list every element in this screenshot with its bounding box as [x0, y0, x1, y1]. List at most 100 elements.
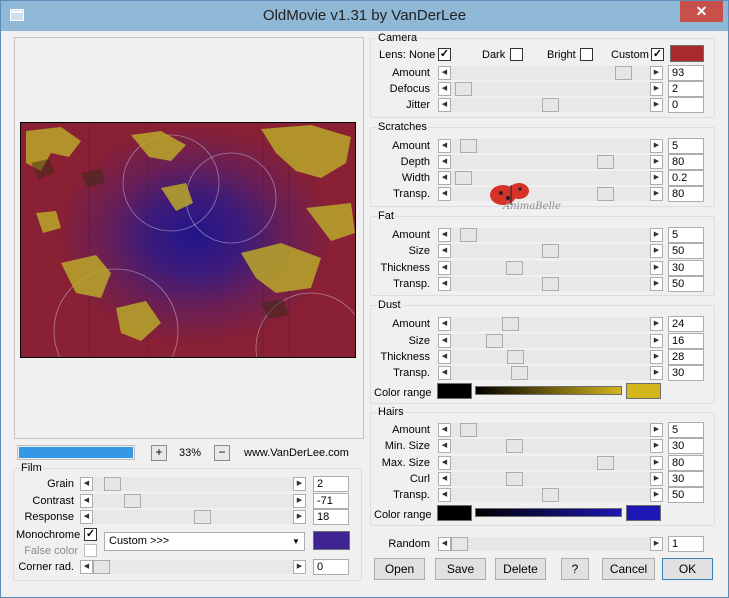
- monochrome-color-swatch[interactable]: [313, 531, 350, 550]
- scratches-group: Scratches: [370, 121, 715, 207]
- custom-color-swatch[interactable]: [670, 45, 704, 62]
- progress-fill: [19, 447, 133, 458]
- film-grain-value-field[interactable]: 2: [313, 476, 349, 492]
- camera-defocus-label: Defocus: [389, 83, 430, 95]
- fat-caption: Fat: [377, 210, 395, 222]
- false-color-checkbox[interactable]: [84, 544, 97, 557]
- custom-checkbox[interactable]: ✓: [651, 48, 664, 61]
- monochrome-label: Monochrome: [16, 529, 81, 541]
- hairs-color-range-label: Color range: [374, 509, 432, 521]
- film-contrast-label: Contrast: [32, 495, 74, 507]
- scroll-right-icon[interactable]: ▶: [293, 560, 306, 574]
- dust-color-from-swatch[interactable]: [437, 383, 472, 399]
- title-bar[interactable]: OldMovie v1.31 by VanDerLee ✕: [1, 1, 728, 31]
- lens-none-label: Lens: None: [379, 49, 436, 61]
- dust-caption: Dust: [377, 299, 402, 311]
- film-grain-label: Grain: [47, 478, 74, 490]
- preview-image[interactable]: [20, 122, 356, 358]
- film-caption: Film: [20, 462, 43, 474]
- hairs-color-to-swatch[interactable]: [626, 505, 661, 521]
- slider-thumb[interactable]: [455, 82, 472, 96]
- website-link[interactable]: www.VanDerLee.com: [244, 446, 349, 460]
- slider-thumb[interactable]: [194, 510, 211, 524]
- film-contrast-slider[interactable]: ◀ ▶: [80, 494, 306, 508]
- scroll-right-icon[interactable]: ▶: [650, 82, 663, 96]
- scroll-left-icon[interactable]: ◀: [80, 494, 93, 508]
- scroll-left-icon[interactable]: ◀: [80, 477, 93, 491]
- lens-none-checkbox[interactable]: ✓: [438, 48, 451, 61]
- cancel-button[interactable]: Cancel: [602, 558, 655, 580]
- camera-defocus-slider[interactable]: ◀ ▶: [438, 82, 663, 96]
- dust-color-range-label: Color range: [374, 387, 432, 399]
- scroll-left-icon[interactable]: ◀: [80, 510, 93, 524]
- bright-checkbox[interactable]: [580, 48, 593, 61]
- scroll-right-icon[interactable]: ▶: [293, 494, 306, 508]
- slider-thumb[interactable]: [104, 477, 121, 491]
- hairs-color-from-swatch[interactable]: [437, 505, 472, 521]
- dust-color-gradient: [475, 386, 622, 395]
- dialog-client: + 33% − www.VanDerLee.com Film Grain ◀ ▶ 2 C…: [8, 31, 721, 592]
- preview-panel: [14, 37, 364, 439]
- film-contrast-value-field[interactable]: -71: [313, 493, 349, 509]
- camera-jitter-slider[interactable]: ◀ ▶: [438, 98, 663, 112]
- random-value-field[interactable]: 1: [668, 536, 704, 552]
- render-progress-bar: [17, 445, 135, 460]
- zoom-out-button[interactable]: −: [214, 445, 230, 461]
- fat-group: Fat: [370, 210, 715, 296]
- scroll-left-icon[interactable]: ◀: [80, 560, 93, 574]
- corner-radius-label: Corner rad.: [18, 561, 74, 573]
- hairs-caption: Hairs: [377, 406, 405, 418]
- preset-value: Custom >>>: [109, 535, 170, 547]
- dark-checkbox[interactable]: [510, 48, 523, 61]
- film-response-slider[interactable]: ◀ ▶: [80, 510, 306, 524]
- bright-label: Bright: [547, 49, 576, 61]
- monochrome-checkbox[interactable]: ✓: [84, 528, 97, 541]
- camera-jitter-label: Jitter: [406, 99, 430, 111]
- scroll-left-icon[interactable]: ◀: [438, 98, 451, 112]
- film-response-value-field[interactable]: 18: [313, 509, 349, 525]
- camera-defocus-value-field[interactable]: 2: [668, 81, 704, 97]
- scroll-right-icon[interactable]: ▶: [650, 66, 663, 80]
- scroll-right-icon[interactable]: ▶: [650, 98, 663, 112]
- close-button[interactable]: ✕: [680, 1, 723, 22]
- scroll-left-icon[interactable]: ◀: [438, 66, 451, 80]
- save-button[interactable]: Save: [435, 558, 486, 580]
- open-button[interactable]: Open: [374, 558, 425, 580]
- delete-button[interactable]: Delete: [495, 558, 546, 580]
- zoom-level: 33%: [179, 447, 202, 459]
- camera-caption: Camera: [377, 32, 419, 44]
- scroll-right-icon[interactable]: ▶: [293, 510, 306, 524]
- check-mark-icon: ✓: [85, 528, 96, 540]
- scroll-right-icon[interactable]: ▶: [650, 537, 663, 551]
- oldmovie-window: OldMovie v1.31 by VanDerLee ✕ + 33% − ww…: [0, 0, 729, 598]
- preset-combo[interactable]: Custom >>> ▼: [104, 532, 305, 551]
- corner-radius-slider[interactable]: ◀ ▶: [80, 560, 306, 574]
- slider-thumb[interactable]: [615, 66, 632, 80]
- dark-label: Dark: [482, 49, 506, 61]
- scroll-left-icon[interactable]: ◀: [438, 537, 451, 551]
- slider-thumb[interactable]: [542, 98, 559, 112]
- chevron-down-icon: ▼: [292, 537, 300, 546]
- camera-jitter-value-field[interactable]: 0: [668, 97, 704, 113]
- film-grain-slider[interactable]: ◀ ▶: [80, 477, 306, 491]
- ok-button[interactable]: OK: [662, 558, 713, 580]
- scroll-right-icon[interactable]: ▶: [293, 477, 306, 491]
- scroll-left-icon[interactable]: ◀: [438, 82, 451, 96]
- random-label: Random: [388, 538, 430, 550]
- slider-thumb[interactable]: [124, 494, 141, 508]
- corner-radius-value-field[interactable]: 0: [313, 559, 349, 575]
- check-mark-icon: ✓: [439, 48, 450, 60]
- custom-label: Custom: [611, 49, 649, 61]
- camera-amount-slider[interactable]: ◀ ▶: [438, 66, 663, 80]
- camera-amount-label: Amount: [392, 67, 430, 79]
- help-button[interactable]: ?: [561, 558, 589, 580]
- slider-thumb[interactable]: [451, 537, 468, 551]
- random-slider[interactable]: ◀ ▶: [438, 537, 663, 551]
- zoom-in-button[interactable]: +: [151, 445, 167, 461]
- false-color-label: False color: [24, 545, 78, 557]
- slider-thumb[interactable]: [93, 560, 110, 574]
- camera-amount-value-field[interactable]: 93: [668, 65, 704, 81]
- hairs-color-gradient: [475, 508, 622, 517]
- scratches-caption: Scratches: [377, 121, 428, 133]
- dust-color-to-swatch[interactable]: [626, 383, 661, 399]
